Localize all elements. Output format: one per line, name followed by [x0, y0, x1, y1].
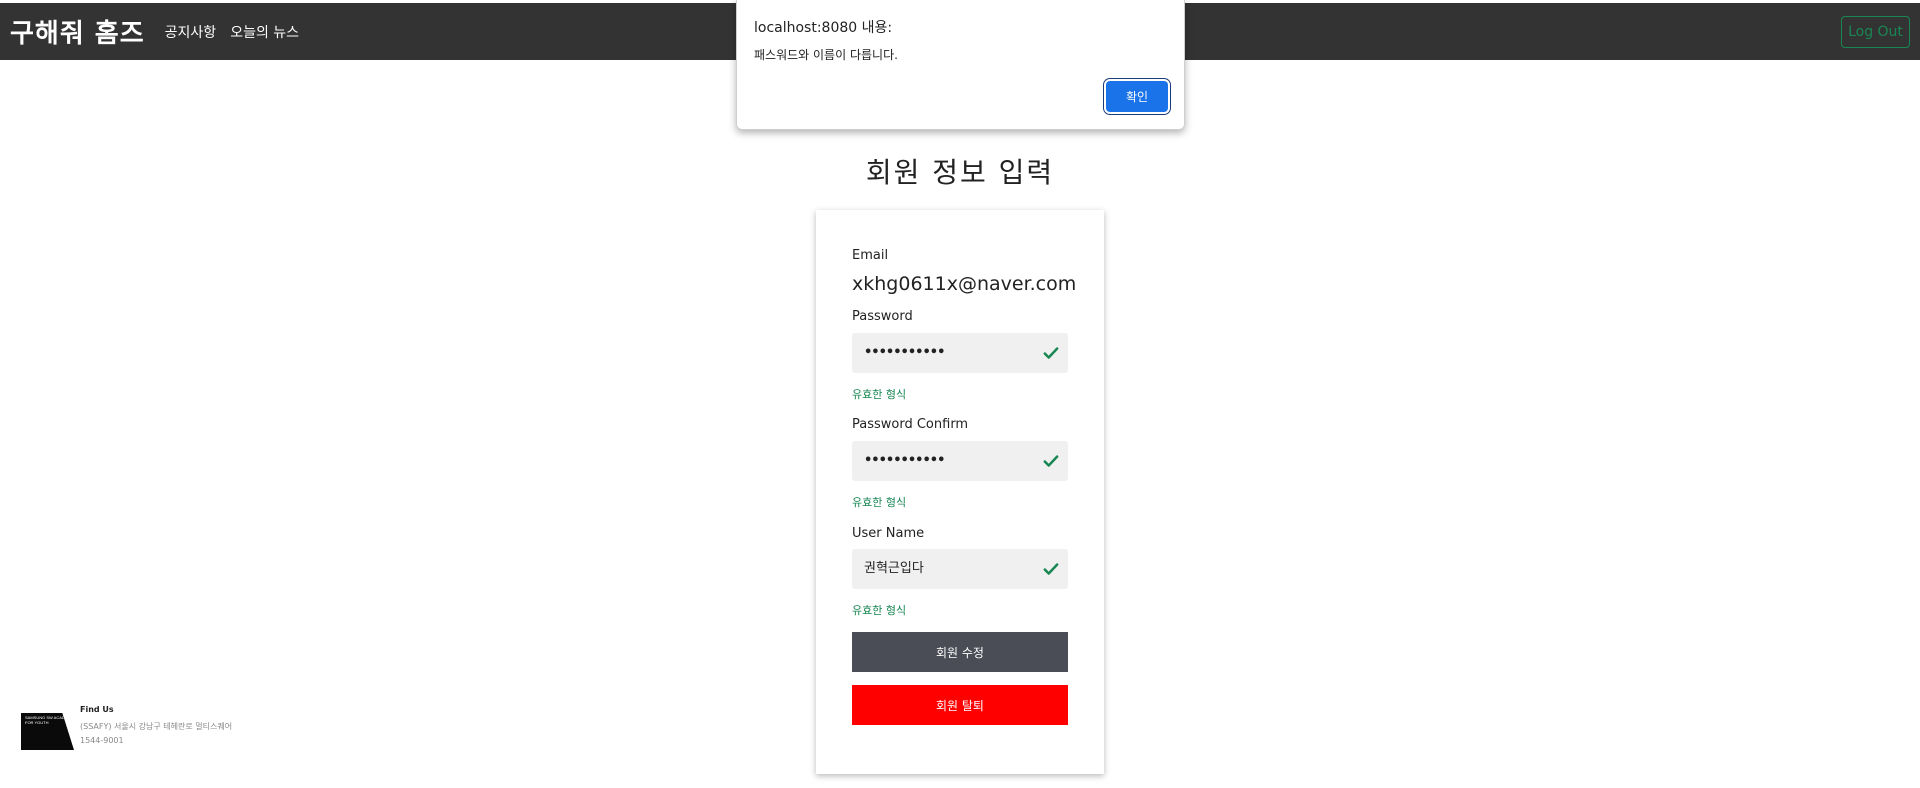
password-confirm-label: Password Confirm — [852, 417, 969, 432]
username-value: 권혁근입다 — [864, 561, 924, 576]
email-label: Email — [852, 248, 889, 263]
dialog-title: localhost:8080 내용: — [754, 20, 893, 36]
password-value: ••••••••••• — [864, 345, 945, 360]
password-confirm-input[interactable]: ••••••••••• — [852, 441, 1068, 481]
username-input[interactable]: 권혁근입다 — [852, 549, 1068, 589]
username-label: User Name — [852, 526, 925, 541]
password-label: Password — [852, 309, 913, 324]
check-icon — [1043, 347, 1059, 359]
delete-member-button[interactable]: 회원 탈퇴 — [852, 685, 1068, 725]
brand-logo[interactable]: 구해줘 홈즈 — [10, 13, 145, 50]
edit-member-button[interactable]: 회원 수정 — [852, 632, 1068, 672]
page-title: 회원 정보 입력 — [865, 156, 1055, 189]
nav-link-notice[interactable]: 공지사항 — [165, 22, 217, 42]
nav-link-news[interactable]: 오늘의 뉴스 — [230, 22, 299, 42]
password-valid-message: 유효한 형식 — [852, 388, 907, 401]
check-icon — [1043, 563, 1059, 575]
alert-dialog: localhost:8080 내용: 패스워드와 이름이 다릅니다. 확인 — [736, 0, 1185, 130]
footer-phone: 1544-9001 — [80, 736, 124, 745]
footer-title: Find Us — [80, 705, 114, 714]
logout-button[interactable]: Log Out — [1841, 16, 1910, 48]
member-info-card: Email xkhg0611x@naver.com Password •••••… — [816, 210, 1104, 774]
dialog-message: 패스워드와 이름이 다릅니다. — [754, 48, 898, 62]
username-valid-message: 유효한 형식 — [852, 604, 907, 617]
password-confirm-value: ••••••••••• — [864, 453, 945, 468]
password-input[interactable]: ••••••••••• — [852, 333, 1068, 373]
footer-address: (SSAFY) 서울시 강남구 테헤란로 멀티스퀘어 — [80, 722, 233, 731]
password-confirm-valid-message: 유효한 형식 — [852, 496, 907, 509]
email-value: xkhg0611x@naver.com — [852, 273, 1077, 295]
ssafy-logo: SAMSUNG SW ACADEMY FOR YOUTH — [21, 713, 74, 750]
dialog-ok-button[interactable]: 확인 — [1106, 81, 1168, 112]
check-icon — [1043, 455, 1059, 467]
